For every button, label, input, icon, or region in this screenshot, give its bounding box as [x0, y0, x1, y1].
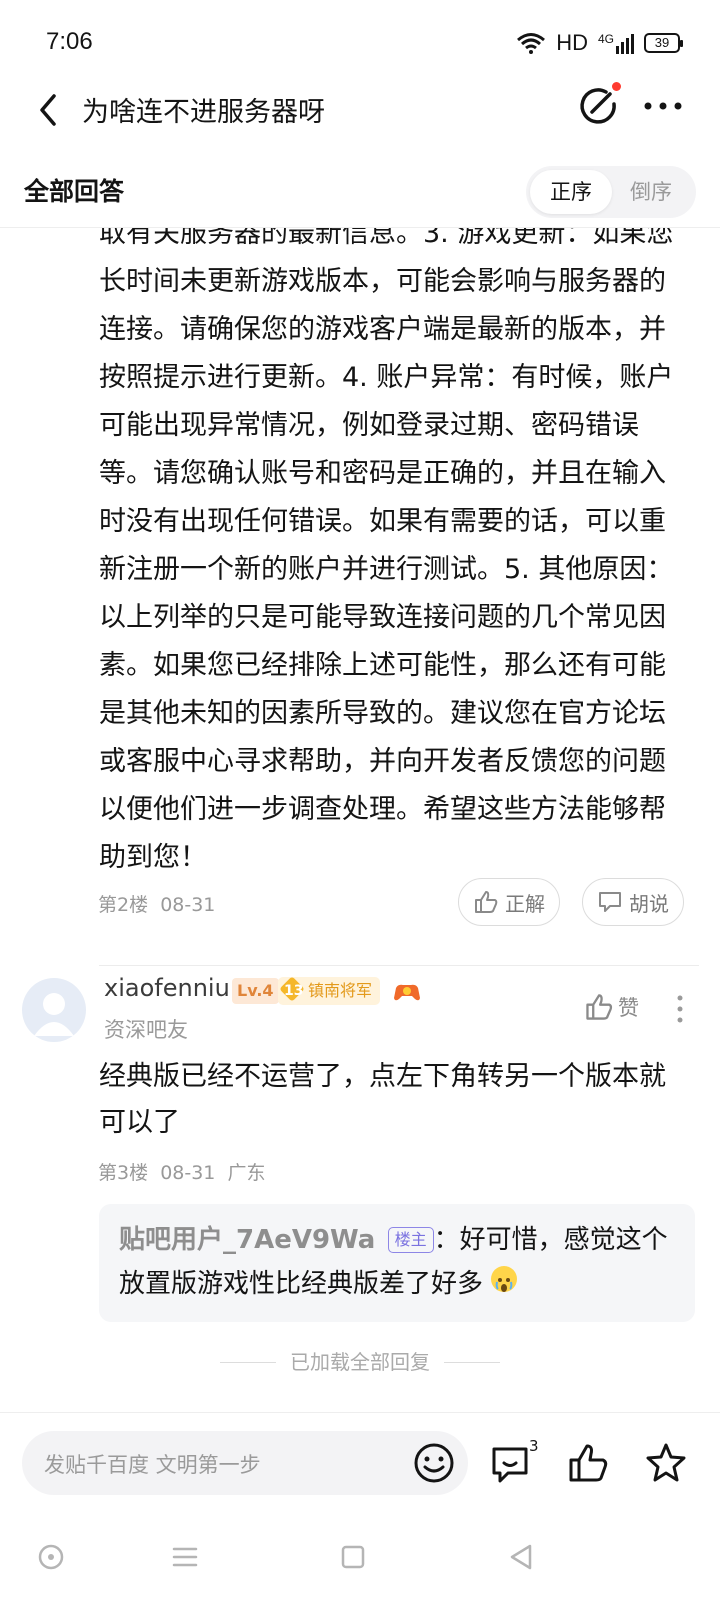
sub-reply[interactable]: 贴吧用户_7AeV9Wa 楼主 ：好可惜，感觉这个放置版游戏性比经典版差了好多 [99, 1204, 695, 1322]
reply-3-meta: 第3楼 08-31 广东 [98, 1158, 266, 1185]
level-badge: Lv.4 [232, 978, 279, 1004]
default-avatar-icon [34, 993, 74, 1036]
reply-3-user-title: 资深吧友 [104, 1018, 188, 1042]
host-tag: 楼主 [387, 1227, 434, 1253]
game-controller-icon [394, 984, 420, 1001]
nav-bar: 为啥连不进服务器呀 [0, 80, 720, 140]
wifi-icon [517, 33, 546, 54]
reply-count: 3 [529, 1437, 539, 1455]
thumb-up-icon[interactable] [566, 1441, 610, 1485]
sort-bar: 全部回答 正序 倒序 [0, 160, 720, 228]
back-triangle-icon[interactable] [506, 1542, 536, 1572]
crying-emoji-icon [491, 1266, 518, 1292]
reply-2-date: 08-31 [160, 894, 216, 916]
sort-toggle: 正序 倒序 [526, 166, 696, 218]
system-nav-bar [0, 1512, 720, 1600]
rank-badge: 13 镇南将军 [278, 976, 381, 1005]
notification-dot [612, 82, 621, 91]
assistant-icon[interactable] [36, 1542, 66, 1572]
network-label: HD [556, 30, 588, 55]
sort-ascending-button[interactable]: 正序 [530, 170, 612, 214]
status-time: 7:06 [46, 28, 93, 55]
thumb-up-icon [586, 994, 613, 1020]
signal-icon: 4G [598, 32, 634, 54]
disagree-label: 胡说 [629, 891, 669, 916]
reply-2-meta: 第2楼 08-31 [98, 890, 215, 917]
agree-label: 正解 [505, 891, 545, 916]
comment-icon [599, 892, 621, 912]
reply-list[interactable]: 取有关服务器的最新信息。3. 游戏更新：如果您长时间未更新游戏版本，可能会影响与… [0, 228, 720, 1412]
more-icon[interactable] [642, 88, 684, 124]
comment-input[interactable]: 发贴千百度 文明第一步 [22, 1431, 468, 1495]
page-title: 为啥连不进服务器呀 [82, 97, 325, 128]
reply-2-body: 取有关服务器的最新信息。3. 游戏更新：如果您长时间未更新游戏版本，可能会影响与… [99, 228, 674, 873]
status-icons: HD 4G 39 [516, 30, 683, 56]
reply-3-floor: 第3楼 [98, 1162, 149, 1184]
divider [99, 965, 699, 966]
disagree-button[interactable]: 胡说 [582, 878, 684, 926]
reply-3-body: 经典版已经不运营了，点左下角转另一个版本就可以了 [99, 1061, 666, 1138]
comment-input-placeholder: 发贴千百度 文明第一步 [44, 1453, 261, 1477]
reply-3-date: 08-31 [160, 1162, 216, 1184]
loaded-all-footer: 已加载全部回复 [0, 1346, 720, 1375]
agree-button[interactable]: 正解 [458, 878, 560, 926]
all-answers-title: 全部回答 [24, 177, 125, 206]
back-arrow-icon[interactable] [30, 88, 70, 132]
reply-2-floor: 第2楼 [98, 894, 149, 916]
thumb-up-icon [475, 891, 498, 913]
like-label: 赞 [618, 996, 639, 1020]
home-icon[interactable] [338, 1542, 368, 1572]
battery-icon: 39 [644, 33, 683, 53]
rank-title: 镇南将军 [308, 981, 373, 1000]
favorite-star-icon[interactable] [644, 1441, 688, 1485]
reply-3-location: 广东 [227, 1162, 266, 1184]
emoji-icon[interactable] [412, 1441, 456, 1485]
avatar[interactable] [22, 978, 86, 1042]
sub-reply-username[interactable]: 贴吧用户_7AeV9Wa [119, 1225, 375, 1255]
like-button[interactable]: 赞 [584, 992, 639, 1022]
reply-icon[interactable] [488, 1441, 532, 1485]
input-bar: 发贴千百度 文明第一步 3 [0, 1412, 720, 1512]
reply-3-username[interactable]: xiaofenniu [104, 974, 230, 1002]
kebab-menu-icon[interactable] [674, 994, 686, 1024]
edit-icon[interactable] [576, 84, 620, 128]
loaded-all-label: 已加载全部回复 [290, 1350, 430, 1374]
menu-icon[interactable] [170, 1542, 200, 1572]
status-bar: 7:06 HD 4G 39 [0, 0, 720, 80]
signal-label: 4G [597, 32, 614, 46]
sort-descending-button[interactable]: 倒序 [610, 170, 692, 214]
rank-number: 13 [284, 983, 304, 999]
